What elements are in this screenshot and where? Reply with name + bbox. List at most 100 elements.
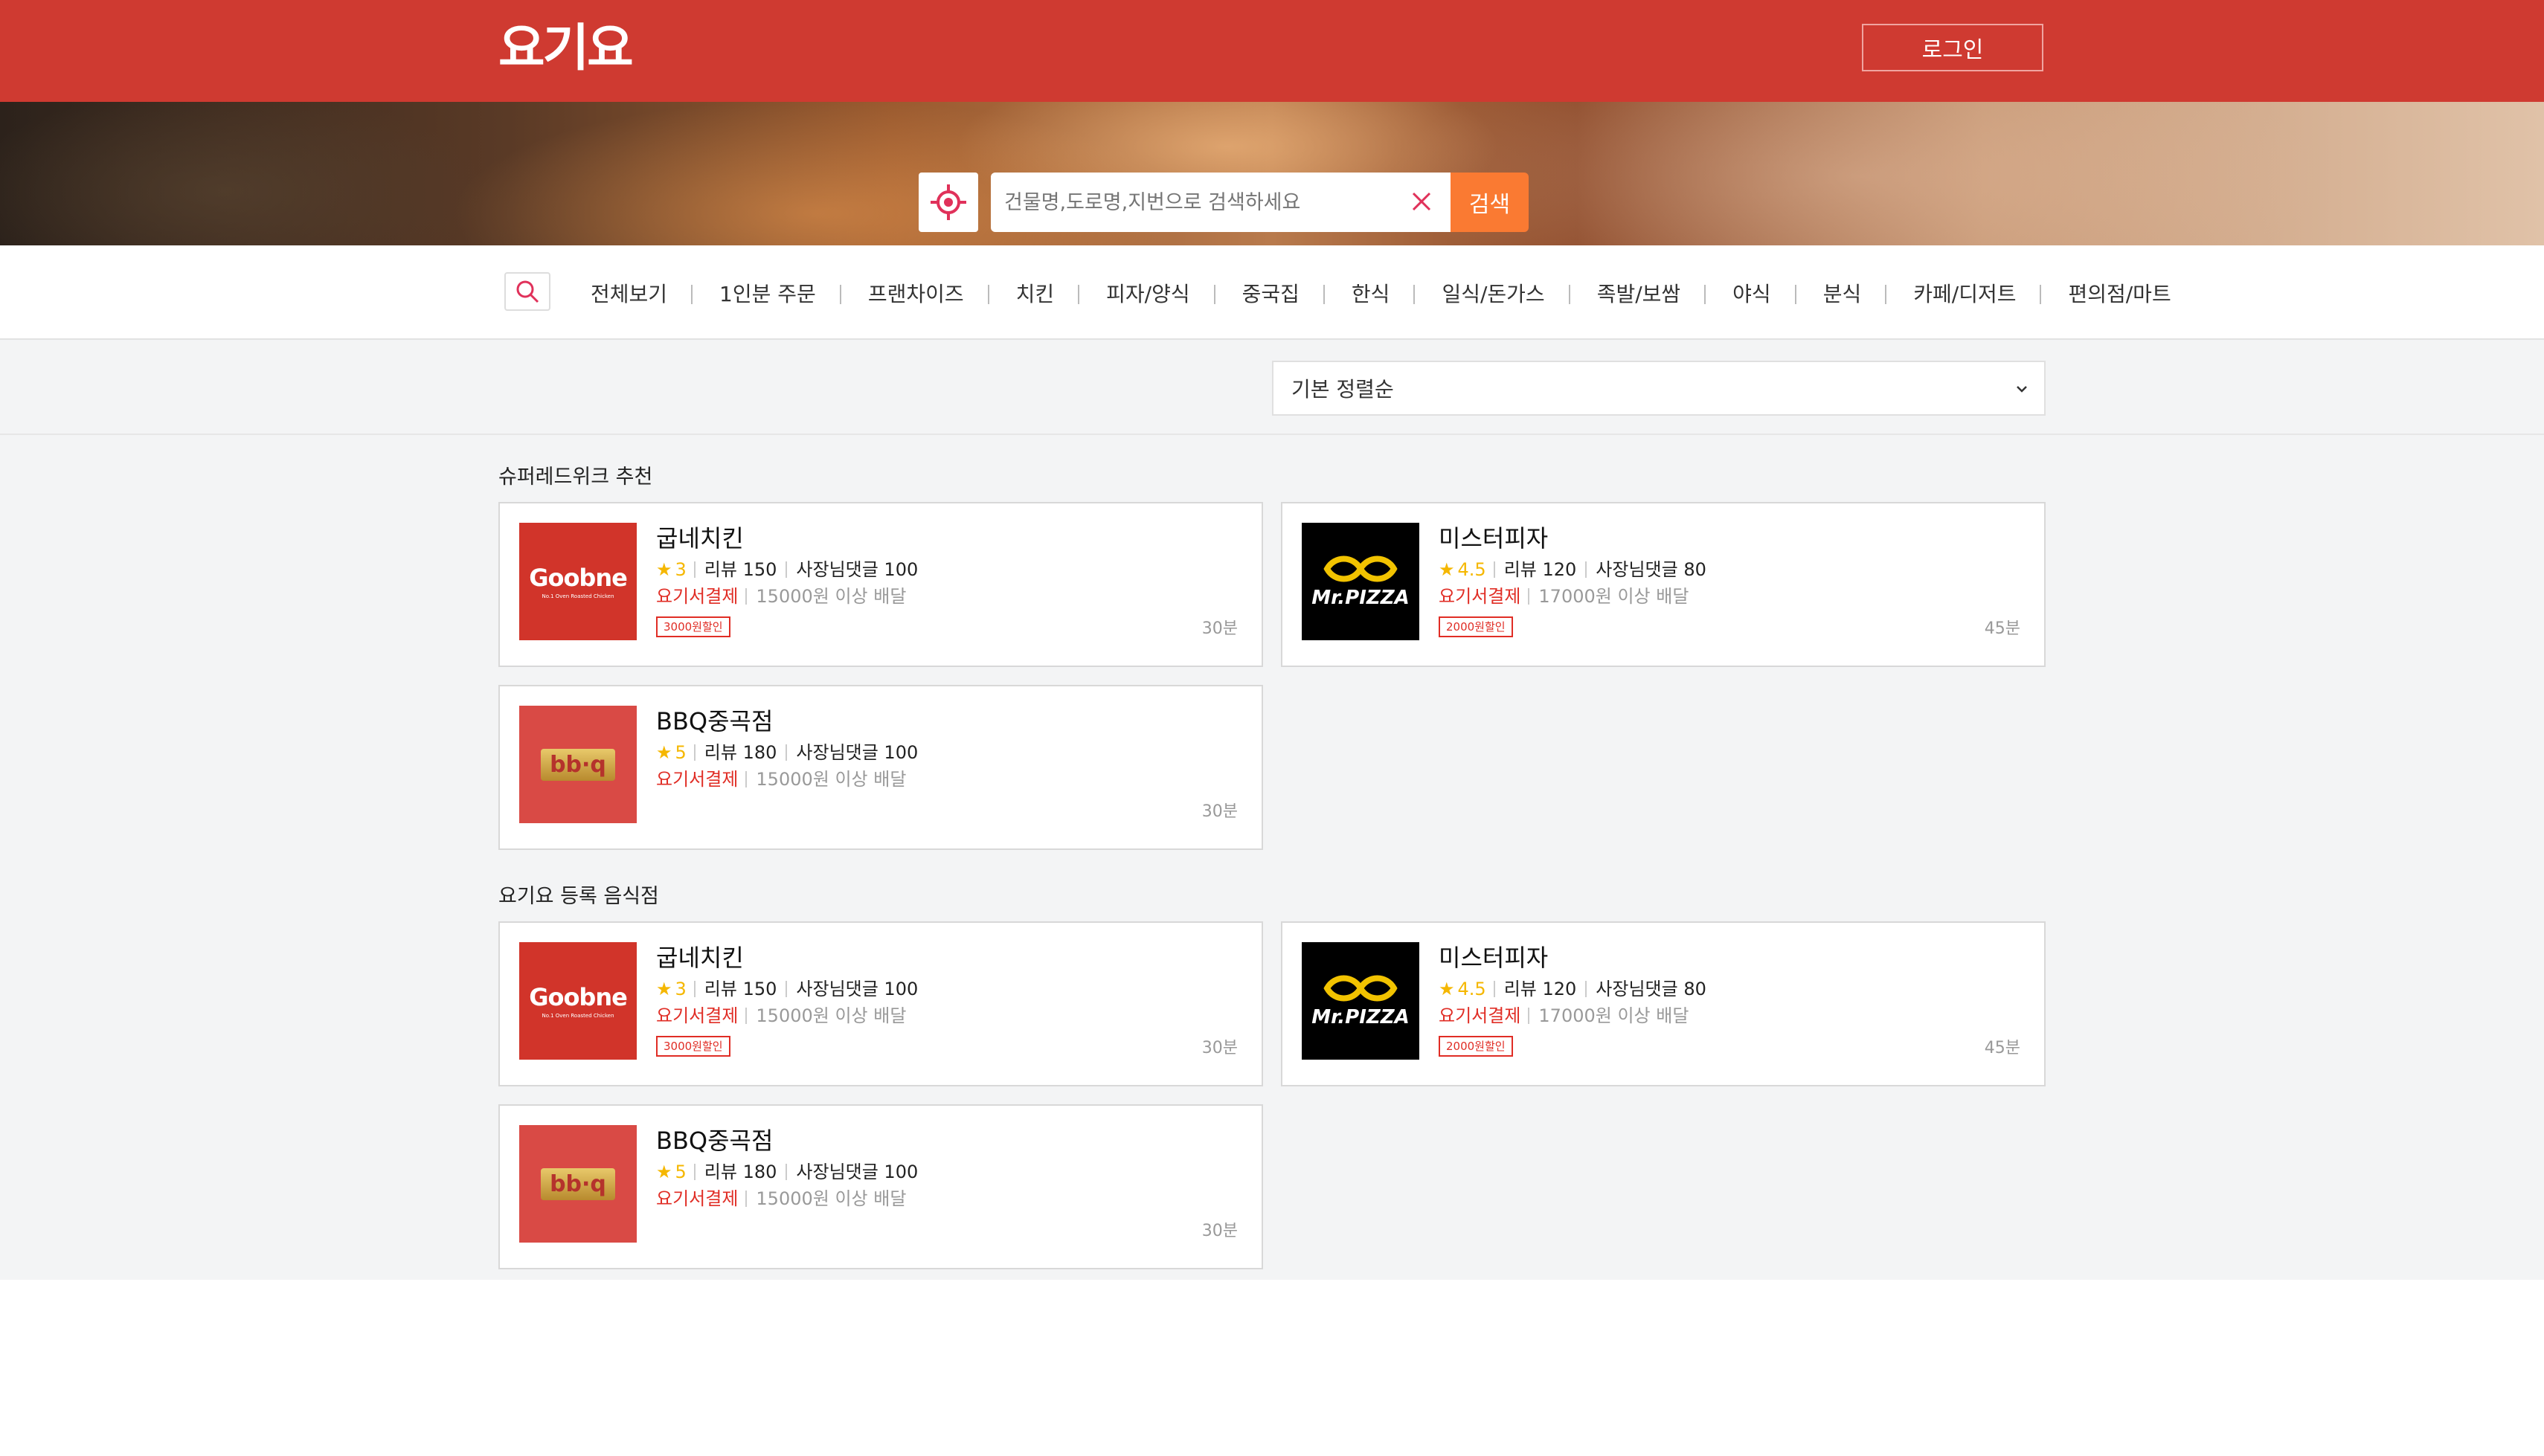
category-late-night[interactable]: 야식: [1706, 278, 1796, 308]
rating-value: 3: [675, 979, 687, 999]
restaurant-name: BBQ중곡점: [656, 707, 774, 735]
review-count: 리뷰 120: [1503, 979, 1577, 999]
category-jokbal-bossam[interactable]: 족발/보쌈: [1570, 278, 1706, 308]
payment-method: 요기서결제: [656, 1005, 739, 1026]
sort-row: 기본 정렬순: [0, 340, 2544, 435]
star-icon: ★: [656, 559, 672, 580]
crosshair-icon: [931, 184, 966, 220]
minimum-order: 15000원 이상 배달: [756, 1188, 907, 1209]
clear-search-button[interactable]: [1406, 186, 1437, 217]
mrpizza-emblem-icon: [1323, 555, 1398, 582]
chevron-down-icon: [2017, 386, 2027, 393]
minimum-order: 15000원 이상 배달: [756, 769, 907, 790]
minimum-order: 17000원 이상 배달: [1538, 586, 1689, 607]
discount-badge: 3000원할인: [656, 616, 730, 637]
star-icon: ★: [656, 979, 672, 999]
category-chinese[interactable]: 중국집: [1215, 278, 1326, 308]
category-search-button[interactable]: [504, 272, 550, 311]
payment-info: 요기서결제 15000원 이상 배달: [656, 585, 918, 608]
category-single-serving[interactable]: 1인분 주문: [693, 278, 841, 308]
delivery-time: 30분: [1201, 802, 1238, 821]
payment-info: 요기서결제 15000원 이상 배달: [656, 1188, 918, 1210]
rating-value: 5: [675, 1162, 687, 1182]
delivery-time: 30분: [1201, 1222, 1238, 1240]
restaurant-meta: ★ 4.5 리뷰 120 사장님댓글 80: [1439, 558, 1706, 581]
minimum-order: 15000원 이상 배달: [756, 1005, 907, 1026]
delivery-time: 30분: [1201, 619, 1238, 638]
star-icon: ★: [656, 742, 672, 763]
address-search-box: [991, 173, 1451, 232]
restaurant-logo: bb·q: [519, 1125, 637, 1243]
category-all[interactable]: 전체보기: [565, 278, 693, 308]
category-korean[interactable]: 한식: [1325, 278, 1416, 308]
category-list: 전체보기 1인분 주문 프랜차이즈 치킨 피자/양식 중국집 한식 일식/돈가스…: [565, 245, 2197, 340]
review-count: 리뷰 150: [704, 979, 777, 999]
minimum-order: 15000원 이상 배달: [756, 586, 907, 607]
rating-value: 4.5: [1457, 559, 1486, 580]
discount-badge: 2000원할인: [1439, 1036, 1513, 1057]
category-cafe-dessert[interactable]: 카페/디저트: [1886, 278, 2042, 308]
restaurant-info: 굽네치킨 ★ 3 리뷰 150 사장님댓글 100 요기서결제 15000원 이…: [656, 942, 918, 1057]
restaurant-meta: ★ 4.5 리뷰 120 사장님댓글 80: [1439, 978, 1706, 1000]
minimum-order: 17000원 이상 배달: [1538, 1005, 1689, 1026]
category-bar: 전체보기 1인분 주문 프랜차이즈 치킨 피자/양식 중국집 한식 일식/돈가스…: [0, 245, 2544, 340]
section-title-registered: 요기요 등록 음식점: [498, 885, 659, 908]
payment-method: 요기서결제: [656, 586, 739, 607]
delivery-time: 45분: [1984, 1039, 2020, 1057]
restaurant-logo: Mr.PIZZA: [1302, 523, 1419, 640]
payment-method: 요기서결제: [1439, 1005, 1521, 1026]
restaurant-name: 미스터피자: [1439, 944, 1549, 972]
payment-method: 요기서결제: [1439, 586, 1521, 607]
category-pizza-western[interactable]: 피자/양식: [1079, 278, 1216, 308]
search-button[interactable]: 검색: [1451, 173, 1529, 232]
restaurant-card[interactable]: Goobne No.1 Oven Roasted Chicken 굽네치킨 ★ …: [498, 921, 1263, 1086]
top-header: 요기요 로그인: [0, 0, 2544, 102]
restaurant-name: 미스터피자: [1439, 524, 1549, 553]
restaurant-logo: Mr.PIZZA: [1302, 942, 1419, 1060]
restaurant-card[interactable]: bb·q BBQ중곡점 ★ 5 리뷰 180 사장님댓글 100 요기서결제 1…: [498, 685, 1263, 850]
category-japanese-cutlet[interactable]: 일식/돈가스: [1415, 278, 1570, 308]
category-franchise[interactable]: 프랜차이즈: [841, 278, 989, 308]
category-snack[interactable]: 분식: [1796, 278, 1887, 308]
restaurant-card[interactable]: bb·q BBQ중곡점 ★ 5 리뷰 180 사장님댓글 100 요기서결제 1…: [498, 1104, 1263, 1269]
owner-reply-count: 사장님댓글 100: [796, 742, 919, 763]
sort-selected-value: 기본 정렬순: [1291, 377, 1394, 402]
star-icon: ★: [1439, 979, 1455, 999]
restaurant-info: BBQ중곡점 ★ 5 리뷰 180 사장님댓글 100 요기서결제 15000원…: [656, 1125, 918, 1210]
sort-select[interactable]: 기본 정렬순: [1272, 361, 2046, 416]
category-chicken[interactable]: 치킨: [989, 278, 1080, 308]
owner-reply-count: 사장님댓글 100: [796, 979, 919, 999]
discount-badge: 2000원할인: [1439, 616, 1513, 637]
restaurant-info: BBQ중곡점 ★ 5 리뷰 180 사장님댓글 100 요기서결제 15000원…: [656, 706, 918, 790]
delivery-time: 30분: [1201, 1039, 1238, 1057]
restaurant-card[interactable]: Mr.PIZZA 미스터피자 ★ 4.5 리뷰 120 사장님댓글 80 요기서…: [1281, 921, 2046, 1086]
restaurant-name: BBQ중곡점: [656, 1127, 774, 1155]
restaurant-logo: bb·q: [519, 706, 637, 823]
star-icon: ★: [656, 1162, 672, 1182]
owner-reply-count: 사장님댓글 80: [1596, 559, 1706, 580]
yogiyo-logo[interactable]: 요기요: [498, 15, 634, 83]
owner-reply-count: 사장님댓글 80: [1596, 979, 1706, 999]
restaurant-card[interactable]: Goobne No.1 Oven Roasted Chicken 굽네치킨 ★ …: [498, 502, 1263, 667]
login-button[interactable]: 로그인: [1862, 24, 2043, 71]
restaurant-meta: ★ 3 리뷰 150 사장님댓글 100: [656, 978, 918, 1000]
restaurant-meta: ★ 5 리뷰 180 사장님댓글 100: [656, 741, 918, 764]
payment-info: 요기서결제 15000원 이상 배달: [656, 768, 918, 790]
review-count: 리뷰 120: [1503, 559, 1577, 580]
restaurant-info: 미스터피자 ★ 4.5 리뷰 120 사장님댓글 80 요기서결제 17000원…: [1439, 523, 1706, 637]
review-count: 리뷰 180: [704, 742, 777, 763]
restaurant-card[interactable]: Mr.PIZZA 미스터피자 ★ 4.5 리뷰 120 사장님댓글 80 요기서…: [1281, 502, 2046, 667]
payment-info: 요기서결제 17000원 이상 배달: [1439, 1005, 1706, 1027]
restaurant-name: 굽네치킨: [656, 944, 744, 972]
category-convenience-mart[interactable]: 편의점/마트: [2041, 278, 2196, 308]
payment-info: 요기서결제 15000원 이상 배달: [656, 1005, 918, 1027]
mrpizza-emblem-icon: [1323, 975, 1398, 1002]
restaurant-meta: ★ 3 리뷰 150 사장님댓글 100: [656, 558, 918, 581]
search-icon: [516, 280, 539, 303]
current-location-button[interactable]: [919, 173, 978, 232]
owner-reply-count: 사장님댓글 100: [796, 1162, 919, 1182]
section-title-recommended: 슈퍼레드위크 추천: [498, 466, 653, 489]
restaurant-meta: ★ 5 리뷰 180 사장님댓글 100: [656, 1161, 918, 1183]
address-search-input[interactable]: [1003, 190, 1393, 215]
review-count: 리뷰 180: [704, 1162, 777, 1182]
